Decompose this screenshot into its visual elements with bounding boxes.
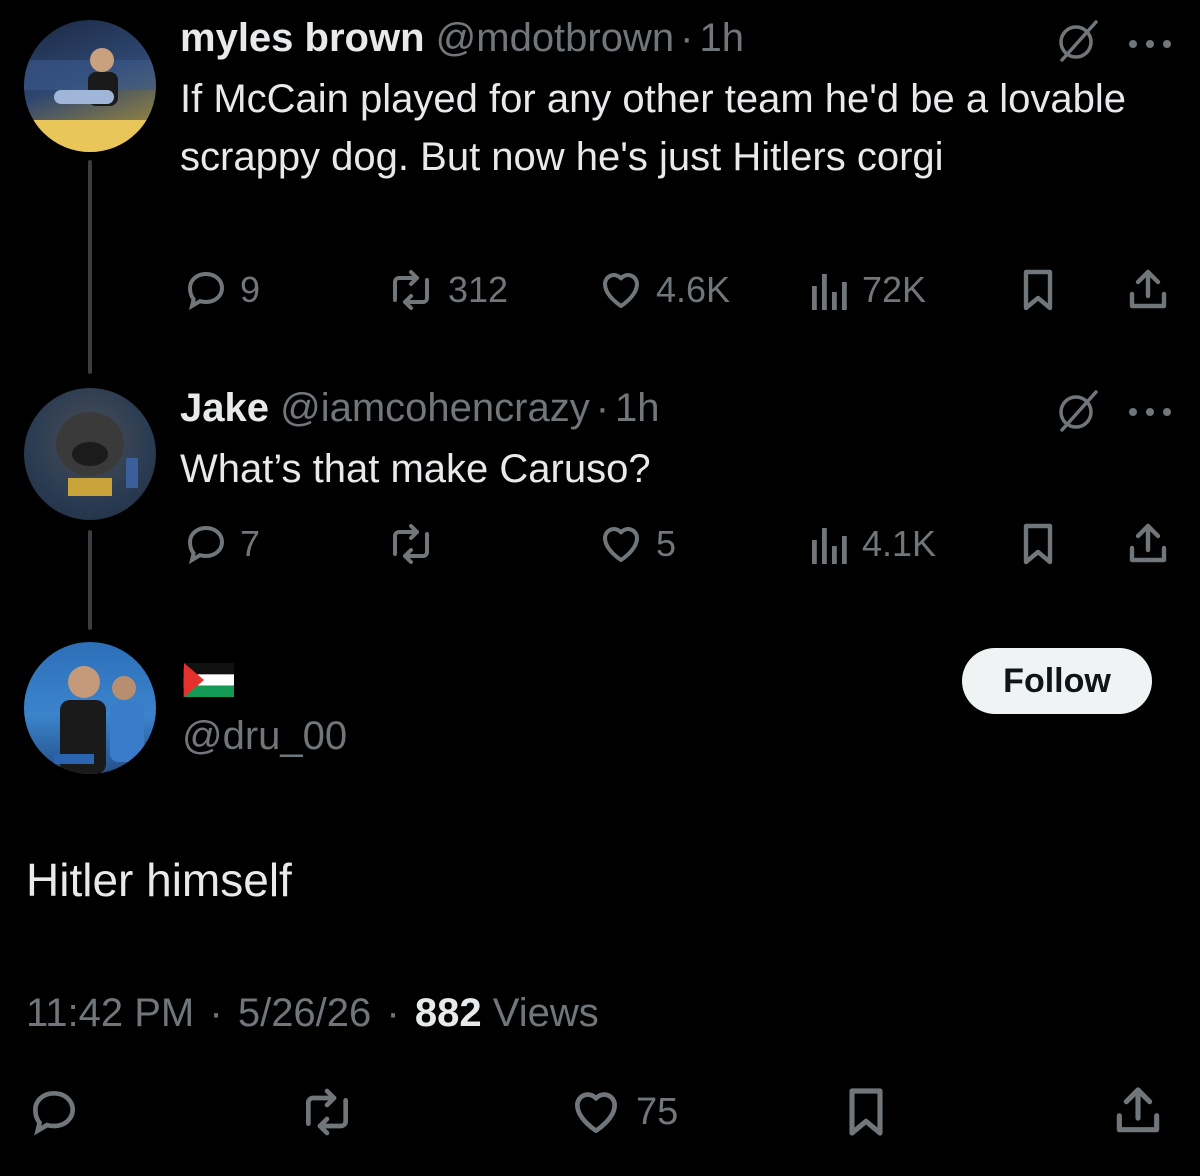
thread-line <box>88 530 92 630</box>
grok-icon[interactable] <box>1054 16 1102 69</box>
repost-button[interactable]: 312 <box>384 266 508 314</box>
avatar[interactable] <box>24 388 156 520</box>
repost-count: 312 <box>448 269 509 310</box>
like-button[interactable]: 75 <box>566 1084 678 1140</box>
avatar-image <box>24 48 156 152</box>
bookmark-icon <box>1023 269 1053 311</box>
heart-icon <box>603 527 639 562</box>
post-date[interactable]: 5/26/26 <box>238 991 371 1035</box>
views-count: 72K <box>862 269 927 310</box>
share-button[interactable] <box>1124 266 1172 314</box>
separator: · <box>680 16 694 60</box>
like-button[interactable]: 4.6K <box>596 266 730 314</box>
bookmark-button[interactable] <box>840 1084 892 1140</box>
share-button[interactable] <box>1124 520 1172 568</box>
repost-icon <box>393 524 429 564</box>
like-button[interactable]: 5 <box>596 520 676 568</box>
repost-button[interactable] <box>296 1084 358 1140</box>
like-count: 5 <box>656 523 677 564</box>
views-count: 882 <box>414 991 482 1035</box>
timestamp[interactable]: 1h <box>615 386 660 430</box>
avatar-image <box>56 412 138 496</box>
views-button[interactable]: 72K <box>808 266 926 314</box>
share-icon <box>1116 1087 1160 1133</box>
bookmark-icon <box>849 1088 883 1136</box>
views-button[interactable]: 4.1K <box>808 520 936 568</box>
repost-icon <box>306 1088 348 1136</box>
reply-icon <box>187 525 225 565</box>
heart-icon <box>575 1092 617 1133</box>
share-button[interactable] <box>1110 1082 1166 1140</box>
reply-count: 9 <box>240 269 261 310</box>
views-label: Views <box>492 991 599 1035</box>
like-count: 4.6K <box>656 269 731 310</box>
separator: · <box>386 991 400 1035</box>
handle[interactable]: @dru_00 <box>182 712 347 760</box>
avatar[interactable] <box>24 20 156 152</box>
views-icon <box>812 528 847 564</box>
share-icon <box>1129 269 1167 309</box>
bookmark-icon <box>1023 523 1053 565</box>
repost-button[interactable] <box>384 520 448 568</box>
heart-icon <box>603 273 639 308</box>
views-icon <box>812 274 847 310</box>
separator: · <box>209 991 223 1035</box>
post-metadata: 11:42 PM · 5/26/26 · 882 Views <box>26 988 599 1038</box>
palestine-flag-icon <box>184 663 234 697</box>
reply-button[interactable] <box>26 1084 82 1140</box>
avatar-image <box>54 666 144 774</box>
thread-line <box>88 160 92 374</box>
reply-icon <box>187 271 225 311</box>
timestamp[interactable]: 1h <box>699 16 744 60</box>
main-post-text: Hitler himself <box>26 854 292 906</box>
grok-icon[interactable] <box>1054 386 1102 439</box>
post-header: myles brown @mdotbrown · 1h <box>180 14 744 62</box>
post-text: If McCain played for any other team he'd… <box>180 77 1126 179</box>
more-options-icon[interactable] <box>1128 36 1172 54</box>
bookmark-button[interactable] <box>1016 266 1060 314</box>
handle[interactable]: @mdotbrown <box>436 16 674 60</box>
reply-count: 7 <box>240 523 261 564</box>
bookmark-button[interactable] <box>1016 520 1060 568</box>
follow-button[interactable]: Follow <box>962 648 1152 714</box>
display-name[interactable]: myles brown <box>180 16 425 60</box>
post-header: Jake @iamcohencrazy · 1h <box>180 384 660 432</box>
handle[interactable]: @iamcohencrazy <box>280 386 590 430</box>
display-name[interactable]: Jake <box>180 386 269 430</box>
like-count: 75 <box>636 1090 679 1133</box>
repost-icon <box>393 270 429 310</box>
reply-button[interactable]: 9 <box>182 266 260 314</box>
reply-button[interactable]: 7 <box>182 520 260 568</box>
share-icon <box>1129 523 1167 563</box>
post-time[interactable]: 11:42 PM <box>26 991 194 1035</box>
reply-icon <box>32 1090 76 1136</box>
avatar[interactable] <box>24 642 156 774</box>
post-text: What’s that make Caruso? <box>180 447 651 491</box>
more-options-icon[interactable] <box>1128 404 1172 422</box>
views-count: 4.1K <box>862 523 937 564</box>
separator: · <box>595 386 610 430</box>
